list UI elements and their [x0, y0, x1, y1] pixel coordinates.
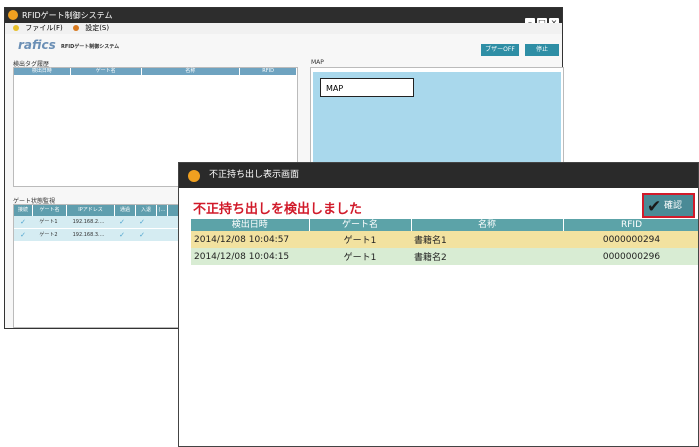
history-col-rfid[interactable]: RFID	[240, 68, 297, 75]
gate-col-pass[interactable]: 通過	[115, 205, 136, 216]
gate-pass-cell: ✓	[119, 218, 125, 226]
gate-ip-cell: 192.168.3....	[72, 232, 105, 238]
main-titlebar: RFIDゲート制御システム –□×	[5, 8, 562, 28]
table-row[interactable]: 2014/12/08 10:04:57 ゲート1 書籍名1 0000000294	[191, 231, 698, 248]
connected-check-icon: ✓	[20, 231, 26, 239]
table-row[interactable]: 2014/12/08 10:04:15 ゲート1 書籍名2 0000000296	[191, 248, 698, 265]
map-box: MAP	[320, 78, 414, 97]
app-logo-icon	[8, 10, 18, 20]
detection-table: 検出日時 ゲート名 名称 RFID 2014/12/08 10:04:57 ゲー…	[191, 219, 698, 265]
gate-col-name[interactable]: ゲート名	[33, 205, 67, 216]
gate-status-panel: 接続 ゲート名 IPアドレス 通過 入退 (… ✓ ゲート1 192.168.2…	[13, 204, 185, 328]
gate-row[interactable]: ✓ ゲート2 192.168.3.... ✓ ✓	[14, 229, 184, 242]
confirm-label: 確認	[664, 201, 683, 211]
confirm-button[interactable]: ✔ 確認	[642, 193, 695, 218]
settings-menu-icon	[72, 25, 79, 31]
gate-col-connection[interactable]: 接続	[14, 205, 33, 216]
col-item-name[interactable]: 名称	[411, 219, 564, 231]
rfid-cell: 0000000296	[563, 248, 698, 265]
history-col-gate[interactable]: ゲート名	[71, 68, 142, 75]
gate-name-cell: ゲート2	[39, 232, 58, 238]
dialog-title: 不正持ち出し表示画面	[209, 170, 300, 180]
gate-status-header: 接続 ゲート名 IPアドレス 通過 入退 (…	[14, 205, 184, 216]
gate-ip-cell: 192.168.2....	[72, 219, 105, 225]
col-detection-datetime[interactable]: 検出日時	[191, 219, 310, 231]
alert-message: 不正持ち出しを検出しました	[193, 202, 363, 217]
gate-cell: ゲート1	[309, 248, 411, 265]
item-name-cell: 書籍名2	[411, 248, 563, 265]
dialog-titlebar: 不正持ち出し表示画面	[179, 163, 698, 188]
col-gate-name[interactable]: ゲート名	[309, 219, 412, 231]
gate-col-ip[interactable]: IPアドレス	[67, 205, 115, 216]
rfid-cell: 0000000294	[563, 231, 698, 248]
menu-bar: ファイル(F) 設定(S)	[5, 23, 562, 34]
datetime-cell: 2014/12/08 10:04:15	[191, 248, 309, 265]
main-window-title: RFIDゲート制御システム	[22, 11, 113, 20]
history-col-name[interactable]: 名称	[142, 68, 241, 75]
gate-col-inout[interactable]: 入退	[136, 205, 157, 216]
menu-settings[interactable]: 設定(S)	[69, 24, 109, 32]
gate-inout-cell: ✓	[139, 231, 145, 239]
logo-subtitle: RFIDゲート制御システム	[61, 44, 120, 50]
detection-table-header: 検出日時 ゲート名 名称 RFID	[191, 219, 698, 231]
checkmark-icon: ✔	[647, 197, 662, 217]
map-area[interactable]: MAP	[313, 72, 561, 176]
file-menu-icon	[13, 25, 19, 31]
connected-check-icon: ✓	[20, 218, 26, 226]
gate-inout-cell: ✓	[139, 218, 145, 226]
gate-row[interactable]: ✓ ゲート1 192.168.2.... ✓ ✓	[14, 216, 184, 229]
rafics-logo: rafics	[18, 38, 56, 52]
unauthorized-removal-dialog: 不正持ち出し表示画面 不正持ち出しを検出しました ✔ 確認 検出日時 ゲート名 …	[178, 162, 699, 447]
buzzer-off-button[interactable]: ブザーOFF	[481, 44, 519, 56]
stop-button[interactable]: 停止	[525, 44, 559, 56]
map-section-label: MAP	[311, 59, 324, 66]
menu-file[interactable]: ファイル(F)	[9, 24, 63, 32]
gate-name-cell: ゲート1	[39, 219, 58, 225]
app-logo-icon	[188, 170, 200, 182]
item-name-cell: 書籍名1	[411, 231, 563, 248]
col-rfid[interactable]: RFID	[563, 219, 698, 231]
gate-cell: ゲート1	[309, 231, 411, 248]
history-col-datetime[interactable]: 検出日時	[14, 68, 71, 75]
history-header: 検出日時 ゲート名 名称 RFID	[14, 68, 297, 75]
gate-pass-cell: ✓	[119, 231, 125, 239]
datetime-cell: 2014/12/08 10:04:57	[191, 231, 309, 248]
gate-col-extra[interactable]: (…	[157, 205, 168, 216]
